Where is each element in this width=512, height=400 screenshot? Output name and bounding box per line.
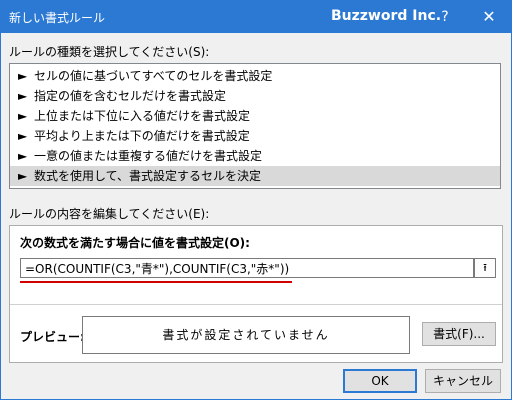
rule-type-item[interactable]: ► 一意の値または重複する値だけを書式設定 (10, 146, 500, 166)
rule-type-item-label: 一意の値または重複する値だけを書式設定 (34, 149, 263, 163)
new-format-rule-dialog: 新しい書式ルール Buzzword Inc. ? ✕ ルールの種類を選択してくだ… (0, 0, 512, 400)
preview-label: プレビュー: (20, 330, 85, 344)
arrow-right-icon: ► (18, 149, 28, 163)
formula-highlight-underline (20, 281, 292, 283)
rule-type-item[interactable]: ► セルの値に基づいてすべてのセルを書式設定 (10, 66, 500, 86)
panel-divider (10, 304, 502, 305)
rule-type-item[interactable]: ► 上位または下位に入る値だけを書式設定 (10, 106, 500, 126)
dialog-title: 新しい書式ルール (9, 11, 106, 25)
arrow-right-icon: ► (18, 169, 28, 183)
ok-button[interactable]: OK (343, 369, 417, 393)
rule-type-item[interactable]: ► 平均より上または下の値だけを書式設定 (10, 126, 500, 146)
rule-content-label: ルールの内容を編集してください(E): (9, 207, 210, 221)
format-button[interactable]: 書式(F)... (422, 322, 496, 346)
brand-label: Buzzword Inc. (331, 8, 442, 24)
arrow-right-icon: ► (18, 89, 28, 103)
collapse-dialog-button[interactable]: ⭱ (474, 258, 496, 278)
preview-box: 書式が設定されていません (82, 316, 410, 354)
rule-type-label: ルールの種類を選択してください(S): (9, 45, 210, 59)
collapse-arrow-icon: ⭱ (483, 261, 487, 274)
formula-input[interactable]: =OR(COUNTIF(C3,"青*"),COUNTIF(C3,"赤*")) (20, 258, 474, 278)
rule-type-list: ► セルの値に基づいてすべてのセルを書式設定 ► 指定の値を含むセルだけを書式設… (9, 63, 501, 189)
rule-type-item-label: 平均より上または下の値だけを書式設定 (34, 129, 250, 143)
help-button[interactable]: ? (433, 5, 457, 29)
title-bar: 新しい書式ルール Buzzword Inc. ? ✕ (1, 1, 511, 33)
close-button[interactable]: ✕ (475, 5, 503, 29)
formula-label: 次の数式を満たす場合に値を書式設定(O): (20, 236, 250, 250)
arrow-right-icon: ► (18, 109, 28, 123)
rule-type-item-selected[interactable]: ► 数式を使用して、書式設定するセルを決定 (10, 166, 500, 186)
arrow-right-icon: ► (18, 69, 28, 83)
rule-type-item-label: 指定の値を含むセルだけを書式設定 (34, 89, 227, 103)
rule-type-item-label: セルの値に基づいてすべてのセルを書式設定 (34, 69, 273, 83)
rule-content-panel: 次の数式を満たす場合に値を書式設定(O): =OR(COUNTIF(C3,"青*… (9, 225, 503, 363)
cancel-button[interactable]: キャンセル (425, 369, 501, 393)
rule-type-item[interactable]: ► 指定の値を含むセルだけを書式設定 (10, 86, 500, 106)
rule-type-item-label: 上位または下位に入る値だけを書式設定 (34, 109, 251, 123)
rule-type-item-label: 数式を使用して、書式設定するセルを決定 (34, 169, 262, 183)
arrow-right-icon: ► (18, 129, 28, 143)
